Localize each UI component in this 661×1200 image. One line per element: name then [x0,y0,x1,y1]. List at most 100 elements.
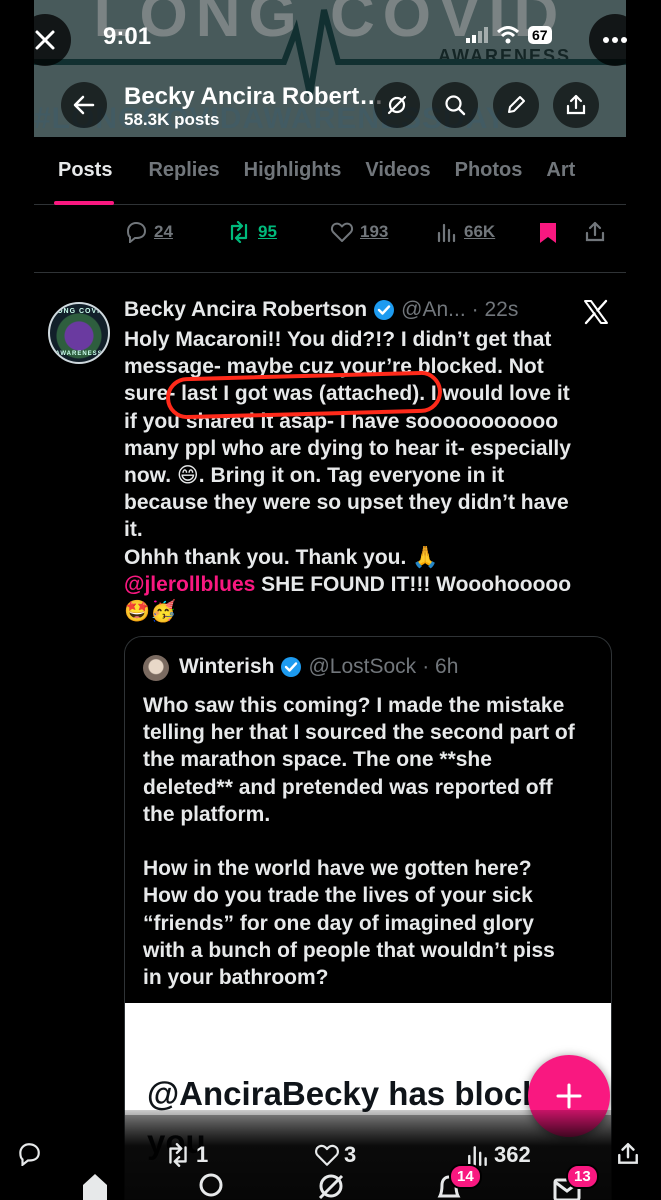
quote-author-avatar [143,655,169,681]
tweet-line: Holy Macaroni!! You did?!? I didn’t get … [124,328,552,351]
reply-icon [126,221,147,243]
avatar-text-top: LONG COVID [51,308,107,315]
tab-articles[interactable]: Art [534,137,587,205]
messages-badge: 13 [566,1164,599,1189]
back-button[interactable] [61,82,107,128]
view-count: 66K [464,222,496,241]
search-icon [445,95,466,116]
like-count: 193 [360,222,389,241]
repost-icon [230,221,248,243]
tab-photos[interactable]: Photos [443,137,535,205]
author-avatar[interactable]: LONG COVID AWARENESS [48,302,110,364]
heart-icon [315,1144,339,1166]
share-icon [566,94,586,115]
edit-button[interactable] [493,82,539,128]
battery-indicator: 67 [528,26,552,44]
search-icon[interactable] [198,1172,228,1200]
share-profile-button[interactable] [553,82,599,128]
banner-overlay [34,0,626,137]
quote-line: with a bunch of people that wouldn’t pis… [143,938,555,962]
tweet-line: @jlerollblues SHE FOUND IT!!! Wooohooooo [124,571,614,598]
repost-icon [169,1143,187,1167]
tweet-header: Becky Ancira Robertson @An... · 22s [124,298,518,322]
tab-replies[interactable]: Replies [134,137,231,205]
status-time: 9:01 [103,23,152,50]
close-icon [35,30,55,50]
bottom-views-action[interactable]: 362 [466,1142,531,1168]
quote-line: deleted** and pretended was reported off [143,775,553,799]
verified-badge-icon [281,657,302,677]
tweet-text: Holy Macaroni!! You did?!? I didn’t get … [124,326,614,625]
tweet-author-name[interactable]: Becky Ancira Robertson [124,298,367,322]
quote-line: in your bathroom? [143,966,329,990]
pencil-icon [508,96,525,113]
avatar-text-bottom: AWARENESS [55,351,103,357]
profile-banner[interactable]: LONG COVID AWARENESS #LONGCOVIDAWARENESS… [34,0,626,137]
bottom-repost-action[interactable]: 1 [164,1142,208,1168]
bottom-like-action[interactable]: 3 [314,1142,356,1168]
grok-icon [387,95,407,115]
tab-highlights[interactable]: Highlights [232,137,354,205]
bottom-view-count: 362 [494,1142,531,1167]
wifi-icon [496,26,520,44]
repost-action[interactable]: 95 [226,221,277,243]
bookmark-icon [540,223,556,243]
bottom-repost-count: 1 [196,1142,209,1167]
quote-line: telling her that I sourced the second pa… [143,721,575,745]
quote-author-name: Winterish [179,655,275,678]
more-dots-icon [603,37,627,43]
tweet-line: now. 😄. Bring it on. Tag everyone in it [124,464,505,488]
bottom-share-action[interactable] [616,1142,640,1166]
tweet-time: · 22s [471,298,519,321]
tweet-line: because they were so upset they didn’t h… [124,491,569,515]
profile-name-header: Becky Ancira Roberts... [124,83,389,110]
tab-posts[interactable]: Posts [34,137,134,205]
profile-tabs: Posts Replies Highlights Videos Photos A… [34,137,626,205]
home-icon[interactable] [80,1172,110,1200]
views-action[interactable]: 66K [436,221,495,243]
share-post-action[interactable] [584,221,606,243]
quote-line: the platform. [143,802,271,826]
profile-post-count: 58.3K posts [124,110,220,129]
share-icon [618,1142,638,1164]
quote-line: Who saw this coming? I made the mistake [143,694,565,717]
tweet-line: 🤩🥳 [124,600,177,624]
bookmark-action[interactable] [537,221,559,245]
heart-icon [330,222,354,242]
grok-icon[interactable] [316,1172,346,1200]
reply-icon [19,1143,40,1166]
quote-line: How do you trade the lives of your sick [143,884,533,908]
status-icons: 67 [466,26,552,44]
quote-author-handle: @LostSock [308,655,417,678]
mention-tail: SHE FOUND IT!!! Wooohooooo [255,572,572,596]
quote-line: How in the world have we gotten here? [143,857,532,881]
search-button[interactable] [432,82,478,128]
quote-time: · 6h [422,655,459,678]
quote-line: the marathon space. The one **she [143,748,492,772]
bottom-reply-action[interactable] [16,1142,42,1166]
tweet-author-handle[interactable]: @An... [401,298,466,322]
grok-button[interactable] [374,82,420,128]
tweet-line: many ppl who are dying to hear it- espec… [124,436,571,460]
bottom-like-count: 3 [344,1142,357,1167]
quote-line: “friends” for one day of imagined glory [143,911,534,935]
notifications-badge: 14 [449,1164,482,1189]
quote-header: Winterish @LostSock · 6h [179,655,458,679]
repost-count: 95 [258,222,277,241]
reply-action[interactable]: 24 [124,221,173,243]
mention-link[interactable]: @jlerollblues [124,573,255,596]
tab-videos[interactable]: Videos [353,137,442,205]
close-button[interactable] [19,14,71,66]
views-icon [437,223,456,243]
plus-icon [556,1083,582,1109]
red-annotation-circle [165,370,443,420]
verified-badge-icon [374,300,395,320]
quote-line [143,828,603,855]
quote-image-text: @AnciraBecky has block [147,1075,541,1112]
signal-icon [466,27,488,43]
x-logo-icon [584,299,608,325]
like-action[interactable]: 193 [330,221,388,243]
quote-text: Who saw this coming? I made the mistake … [143,692,603,991]
more-options-button[interactable] [589,14,641,66]
tweet-line: it. [124,518,143,542]
